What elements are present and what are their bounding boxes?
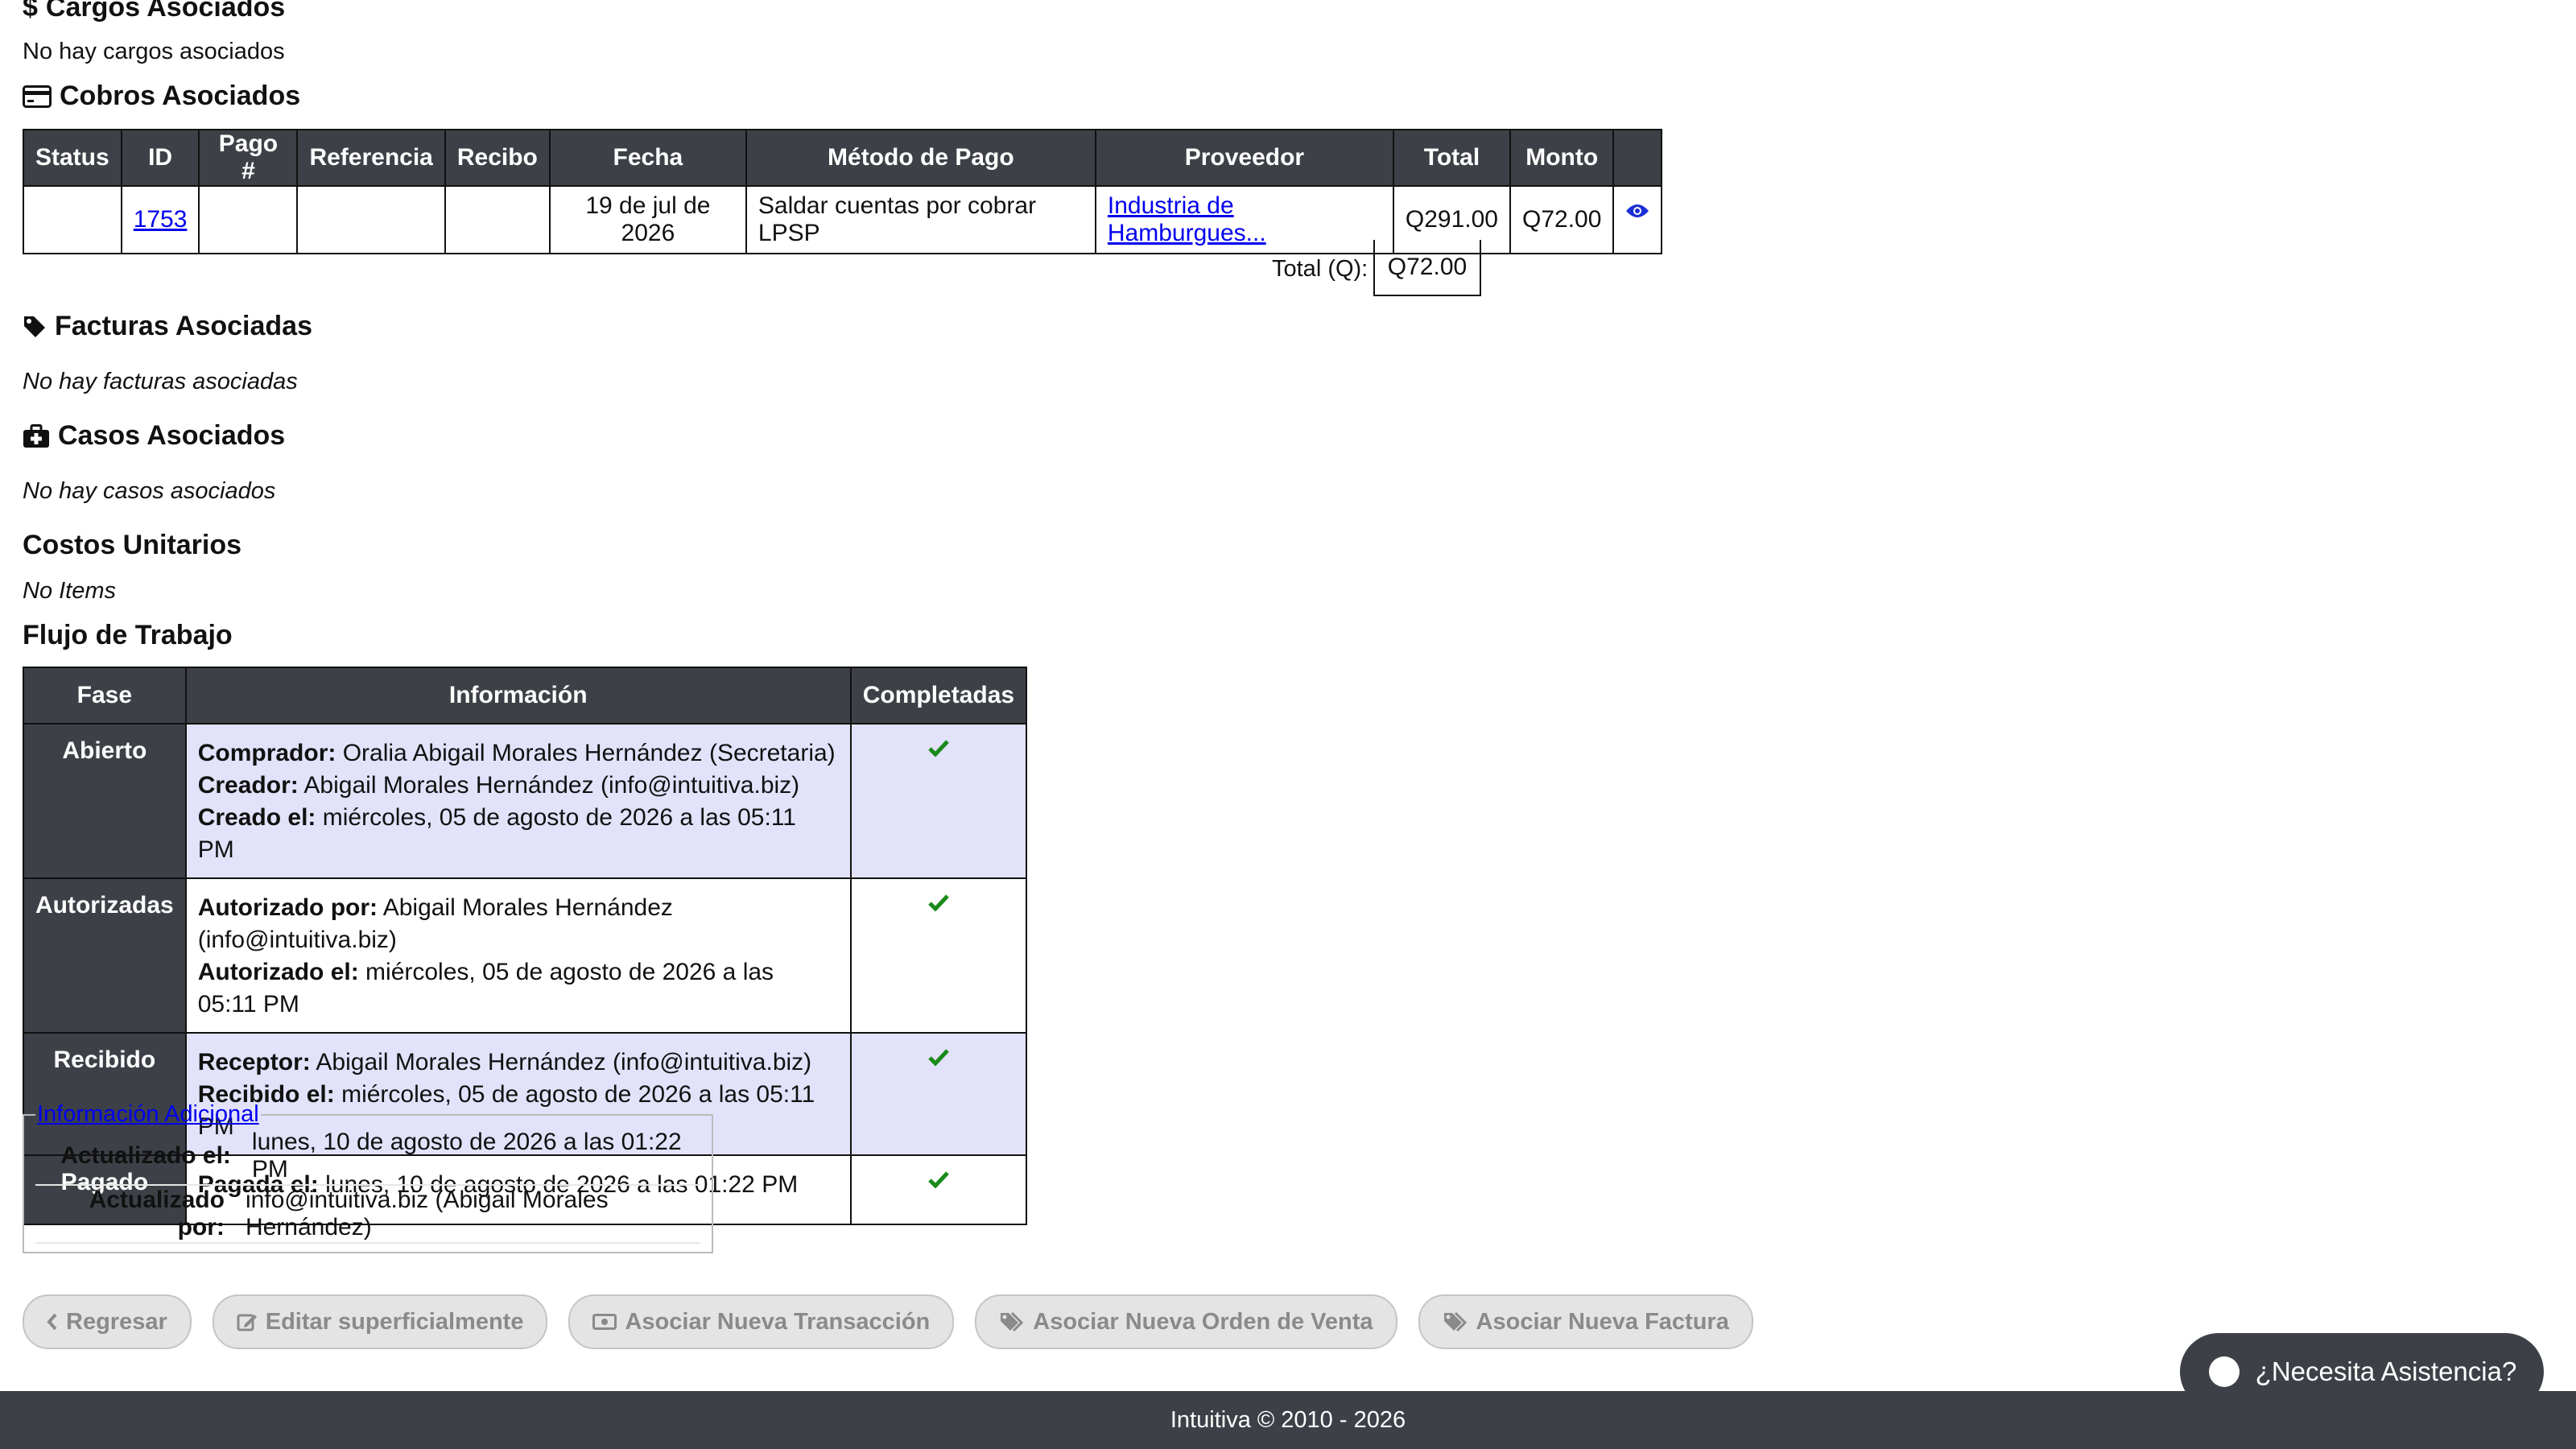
col-actions [1612,129,1663,187]
flujo-heading: Flujo de Trabajo [23,620,233,650]
tags-icon [999,1311,1025,1332]
updated-by-value: info@intuitiva.biz (Abigail Morales Hern… [245,1187,609,1241]
table-row: Autorizadas Autorizado por: Abigail Mora… [23,877,1028,1034]
col-pago: Pago # [198,129,299,187]
info-line: Creado el: miércoles, 05 de agosto de 20… [197,804,796,863]
dollar-icon: $ [23,0,38,23]
cell-metodo: Saldar cuentas por cobrar LPSP [745,185,1096,254]
action-bar: Regresar Editar superficialmente Asociar… [23,1294,1774,1349]
cargos-empty: No hay cargos asociados [23,39,285,64]
footer-text: Intuitiva © 2010 - 2026 [1170,1406,1406,1433]
cobro-id-link[interactable]: 1753 [134,206,188,233]
eye-icon[interactable] [1625,203,1649,219]
cargos-title: Cargos Asociados [45,0,286,23]
tag-icon [23,315,47,339]
info-line: Receptor: Abigail Morales Hernández (inf… [197,1049,812,1075]
info-line: Autorizado el: miércoles, 05 de agosto d… [197,959,774,1018]
col-metodo: Método de Pago [745,129,1096,187]
costos-heading: Costos Unitarios [23,530,242,560]
casos-heading: Casos Asociados [23,420,285,452]
info-adicional-legend: Información Adicional [35,1101,261,1128]
cell-referencia [296,185,446,254]
cell-id: 1753 [120,185,200,254]
add-sales-order-label: Asociar Nueva Orden de Venta [1033,1308,1373,1335]
chat-bubble-icon [2207,1355,2241,1389]
info-line: Autorizado por: Abigail Morales Hernánde… [197,894,673,953]
cargos-heading: $ Cargos Asociados [23,0,285,23]
flujo-header-row: Fase Información Completadas [23,667,1028,724]
completed-recibido [849,1032,1028,1156]
add-transaction-label: Asociar Nueva Transacción [625,1308,931,1335]
cobros-total-label: Total (Q): [1272,256,1368,282]
add-sales-order-button[interactable]: Asociar Nueva Orden de Venta [975,1294,1397,1349]
col-fecha: Fecha [548,129,747,187]
cobros-heading: Cobros Asociados [23,80,300,112]
col-monto: Monto [1509,129,1615,187]
check-icon [928,894,949,911]
edit-icon [237,1312,258,1331]
col-informacion: Información [184,667,852,724]
cell-recibo [444,185,551,254]
casos-title: Casos Asociados [58,420,286,451]
col-recibo: Recibo [444,129,551,187]
chevron-left-icon [47,1313,58,1331]
medkit-icon [23,423,50,448]
tags-icon [1443,1311,1468,1332]
cell-status [23,185,122,254]
updated-at-value: lunes, 10 de agosto de 2026 a las 01:22 … [251,1129,682,1183]
updated-by-row: Actualizado por: info@intuitiva.biz (Abi… [35,1186,700,1244]
col-proveedor: Proveedor [1094,129,1394,187]
cobros-header-row: Status ID Pago # Referencia Recibo Fecha… [23,129,1663,187]
col-total: Total [1392,129,1511,187]
completed-autorizadas [849,877,1028,1034]
info-line: Creador: Abigail Morales Hernández (info… [197,772,800,799]
back-button[interactable]: Regresar [23,1294,192,1349]
completed-abierto [849,723,1028,879]
completed-pagado [849,1154,1028,1225]
edit-button[interactable]: Editar superficialmente [212,1294,548,1349]
cobros-title: Cobros Asociados [60,80,301,111]
info-adicional-panel: Información Adicional Actualizado el: lu… [23,1101,713,1253]
fase-abierto: Abierto [23,723,187,879]
check-icon [928,1170,949,1188]
help-chat-label: ¿Necesita Asistencia? [2255,1356,2517,1386]
cell-view [1612,185,1663,254]
cell-proveedor: Industria de Hamburgues... [1094,185,1394,254]
cobros-total-value: Q72.00 [1373,240,1481,296]
updated-at-label: Actualizado el: [60,1142,231,1169]
cell-fecha: 19 de jul de 2026 [548,185,747,254]
info-adicional-link[interactable]: Información Adicional [37,1101,259,1127]
credit-card-icon [23,85,52,108]
info-autorizadas: Autorizado por: Abigail Morales Hernánde… [184,877,852,1034]
table-row: Abierto Comprador: Oralia Abigail Morale… [23,723,1028,879]
col-status: Status [23,129,122,187]
col-id: ID [120,129,200,187]
facturas-empty: No hay facturas asociadas [23,369,298,394]
info-line: Comprador: Oralia Abigail Morales Hernán… [197,740,836,766]
updated-by-label: Actualizado por: [89,1187,225,1241]
edit-button-label: Editar superficialmente [265,1308,524,1335]
info-abierto: Comprador: Oralia Abigail Morales Hernán… [184,723,852,879]
cobros-table: Status ID Pago # Referencia Recibo Fecha… [23,129,1663,254]
proveedor-link[interactable]: Industria de Hamburgues... [1108,192,1266,246]
facturas-title: Facturas Asociadas [55,311,312,341]
costos-empty: No Items [23,578,117,604]
add-invoice-button[interactable]: Asociar Nueva Factura [1418,1294,1753,1349]
col-fase: Fase [23,667,187,724]
cell-monto: Q72.00 [1509,185,1615,254]
check-icon [928,739,949,757]
facturas-heading: Facturas Asociadas [23,311,312,342]
money-icon [592,1314,617,1330]
col-completadas: Completadas [849,667,1028,724]
back-button-label: Regresar [66,1308,167,1335]
casos-empty: No hay casos asociados [23,478,276,504]
updated-at-row: Actualizado el: lunes, 10 de agosto de 2… [35,1128,700,1186]
add-transaction-button[interactable]: Asociar Nueva Transacción [568,1294,955,1349]
cell-pago [198,185,299,254]
check-icon [928,1048,949,1066]
footer: Intuitiva © 2010 - 2026 [0,1391,2576,1449]
add-invoice-label: Asociar Nueva Factura [1476,1308,1729,1335]
fase-autorizadas: Autorizadas [23,877,187,1034]
col-referencia: Referencia [296,129,446,187]
